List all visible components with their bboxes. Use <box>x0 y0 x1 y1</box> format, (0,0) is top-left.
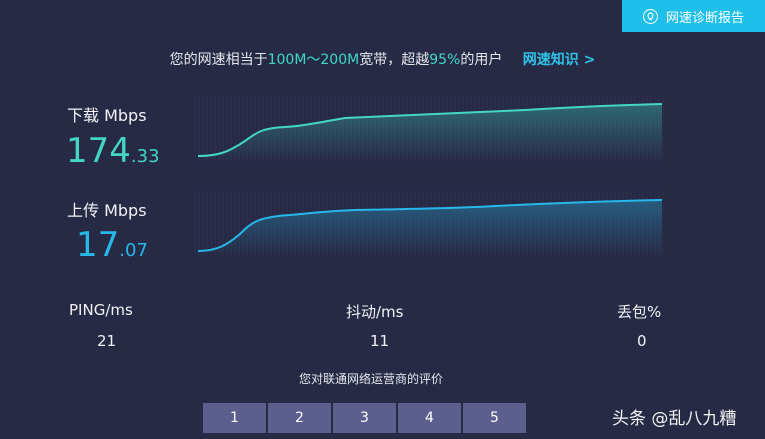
packet-loss-value: 0 <box>637 332 647 350</box>
upload-speed: 17.07 <box>76 228 148 262</box>
rating-options: 1 2 3 4 5 <box>203 403 528 433</box>
download-speed: 174.33 <box>66 134 160 168</box>
upload-chart <box>195 190 665 256</box>
download-speed-int: 174 <box>66 131 131 171</box>
speed-report-button[interactable]: 网速诊断报告 <box>622 0 765 32</box>
download-chart <box>195 96 665 162</box>
packet-loss-label: 丢包% <box>617 303 662 321</box>
rating-option-2[interactable]: 2 <box>268 403 331 433</box>
speed-knowledge-link[interactable]: 网速知识 > <box>523 52 596 68</box>
rating-option-3[interactable]: 3 <box>333 403 396 433</box>
summary-prefix: 您的网速相当于 <box>169 52 268 68</box>
upload-speed-dec: .07 <box>119 240 148 261</box>
speed-summary: 您的网速相当于100M～200M宽带，超越95%的用户 网速知识 > <box>0 49 765 69</box>
watermark: 头条 @乱八九糟 <box>612 409 737 429</box>
rating-option-1[interactable]: 1 <box>203 403 266 433</box>
upload-label: 上传 Mbps <box>67 201 147 220</box>
rating-title: 您对联通网络运营商的评价 <box>298 372 443 386</box>
summary-middle: 宽带，超越 <box>359 52 430 68</box>
download-label: 下载 Mbps <box>67 106 147 125</box>
rating-option-4[interactable]: 4 <box>398 403 461 433</box>
jitter-value: 11 <box>370 332 390 350</box>
summary-range: 100M～200M <box>267 52 360 68</box>
ping-label: PING/ms <box>69 301 133 319</box>
summary-suffix: 的用户 <box>460 52 503 68</box>
upload-speed-int: 17 <box>76 225 120 265</box>
ping-value: 21 <box>97 332 117 350</box>
bulb-icon <box>642 8 658 24</box>
rating-option-5[interactable]: 5 <box>463 403 526 433</box>
summary-percent: 95% <box>429 52 461 68</box>
speed-report-label: 网速诊断报告 <box>665 10 744 26</box>
jitter-label: 抖动/ms <box>346 303 404 321</box>
download-speed-dec: .33 <box>130 146 160 167</box>
